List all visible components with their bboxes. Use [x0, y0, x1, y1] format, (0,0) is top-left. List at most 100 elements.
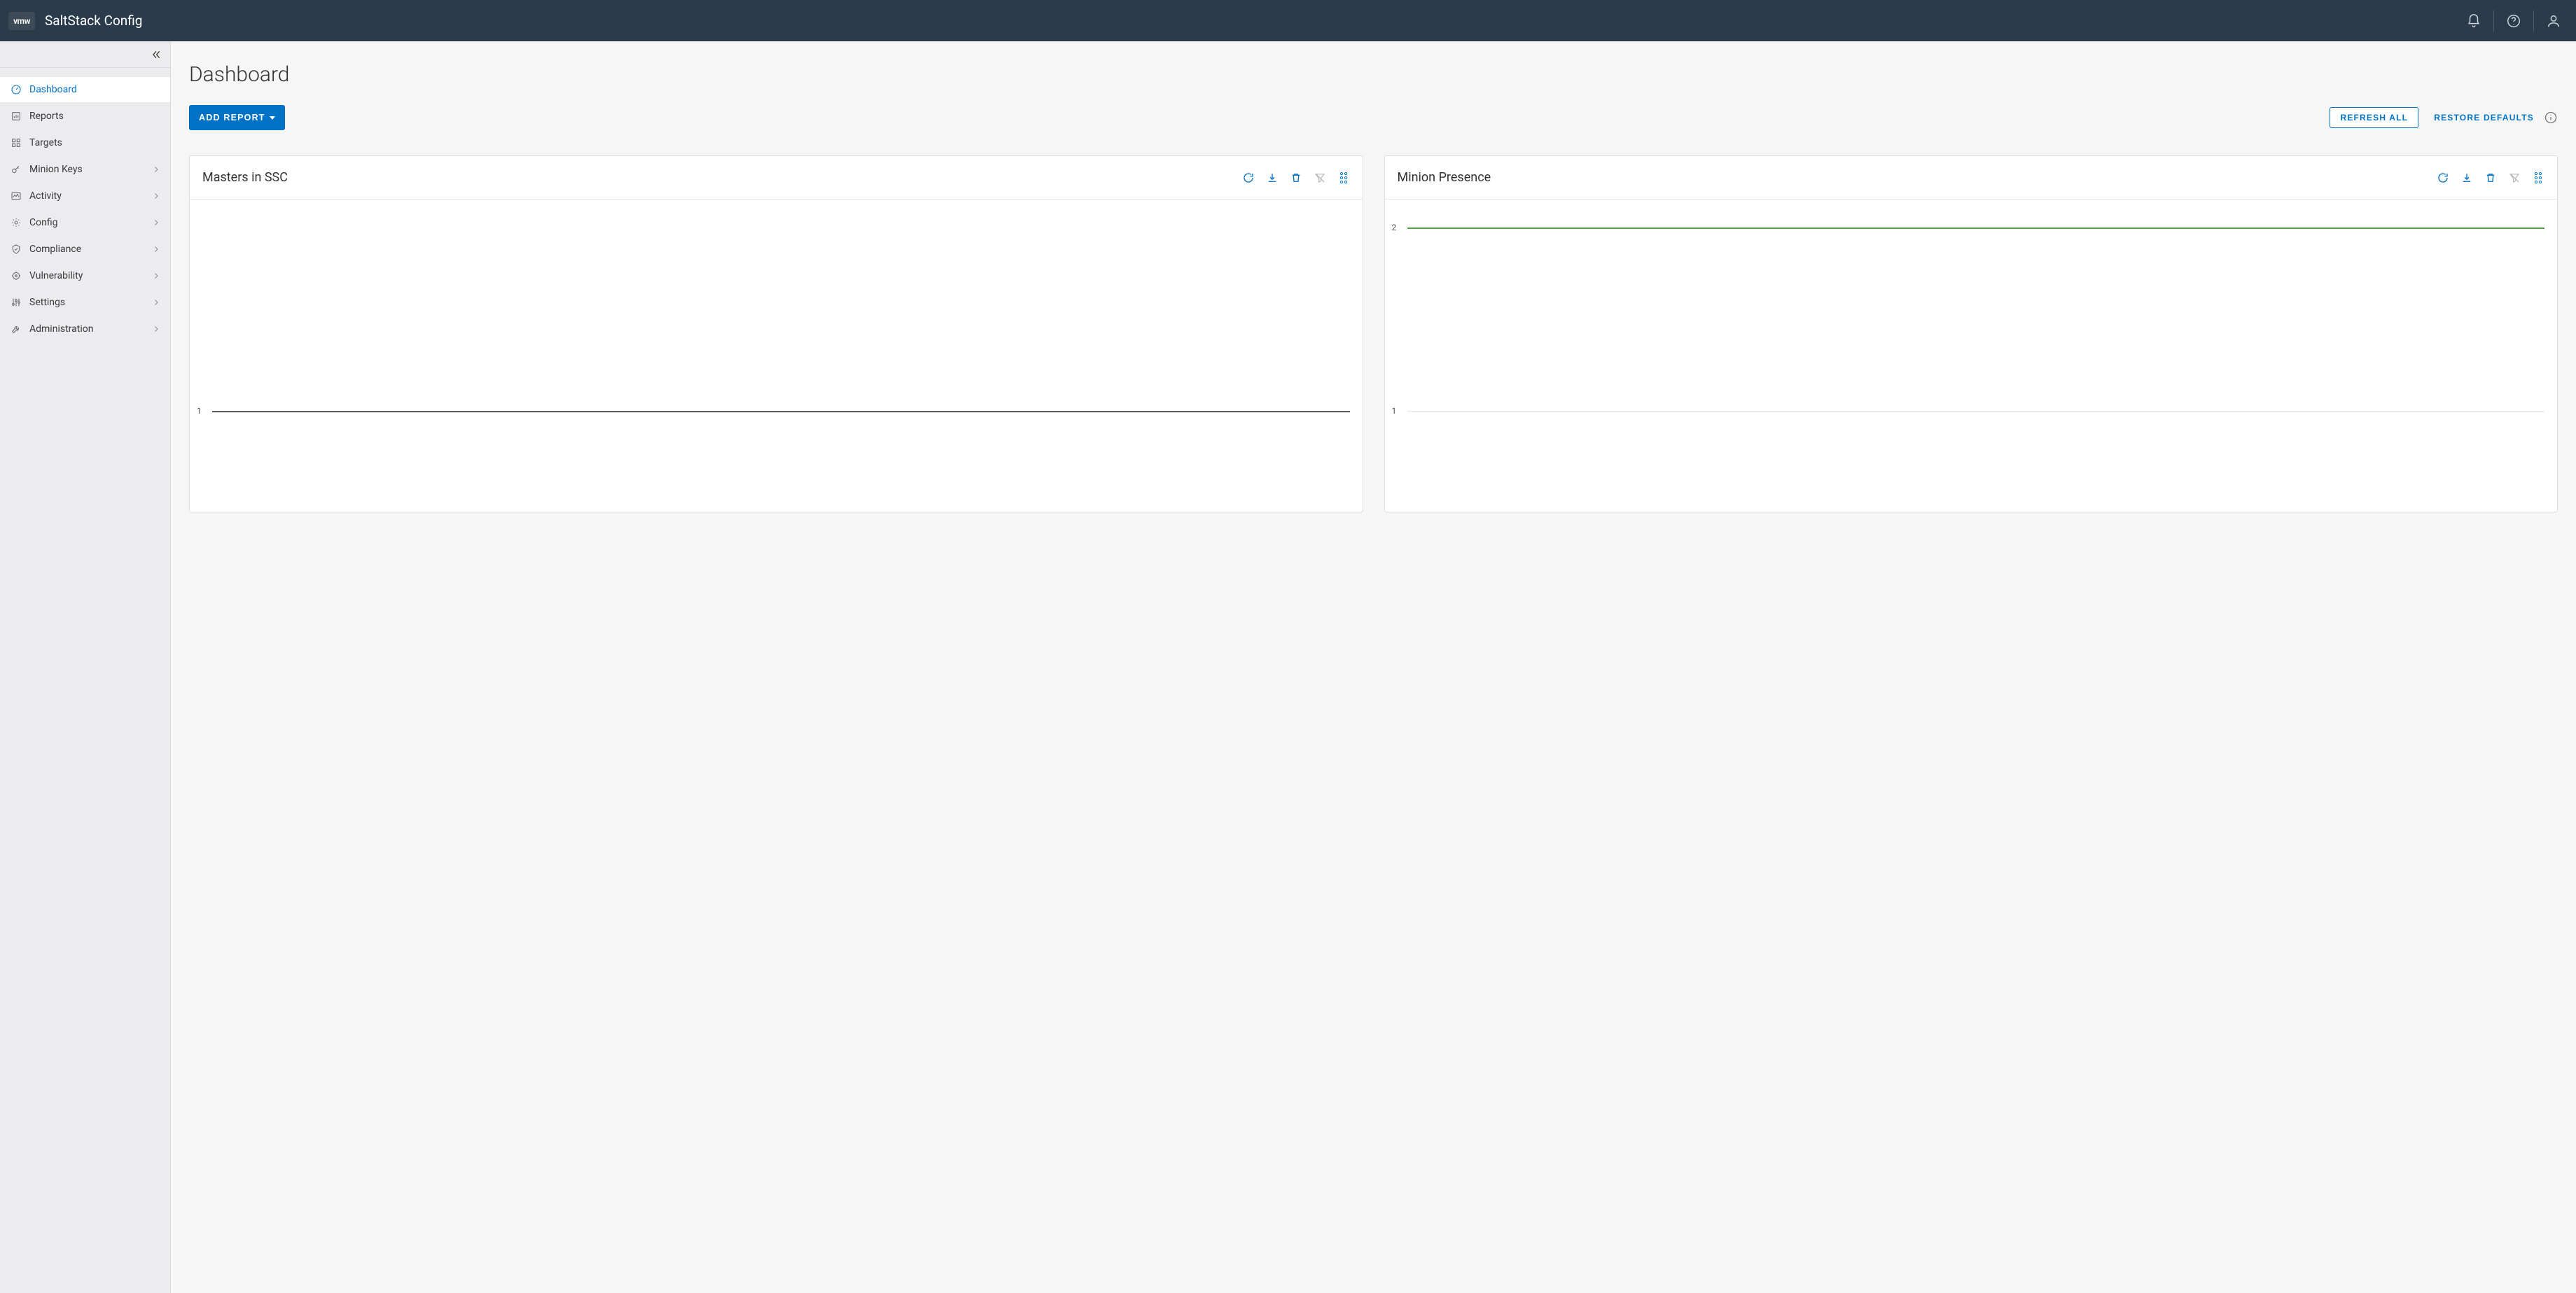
ytick: 2 — [1392, 223, 1397, 232]
chevron-right-icon — [152, 192, 160, 200]
app-header: vmw SaltStack Config — [0, 0, 2576, 41]
chevron-down-icon — [270, 116, 275, 120]
app-title: SaltStack Config — [45, 13, 142, 29]
filter-button — [2508, 172, 2521, 184]
restore-defaults-button[interactable]: RESTORE DEFAULTS — [2434, 113, 2534, 123]
chevron-right-icon — [152, 245, 160, 253]
report-card-body: 2 1 — [1385, 200, 2558, 512]
sidebar-item-activity[interactable]: Activity — [0, 183, 170, 209]
refresh-icon — [2437, 172, 2449, 184]
download-icon — [1266, 172, 1279, 184]
sidebar-item-label: Config — [29, 217, 145, 228]
help-button[interactable] — [2497, 7, 2530, 35]
report-card-title: Masters in SSC — [202, 170, 1242, 185]
sidebar-item-compliance[interactable]: Compliance — [0, 236, 170, 263]
trash-icon — [1290, 172, 1302, 184]
chevron-right-icon — [152, 165, 160, 174]
sidebar-item-vulnerability[interactable]: Vulnerability — [0, 263, 170, 289]
sidebar-item-label: Settings — [29, 297, 145, 308]
sidebar-item-config[interactable]: Config — [0, 209, 170, 236]
filter-off-icon — [2508, 172, 2521, 184]
chart-minion-presence: 2 1 — [1391, 211, 2545, 496]
key-icon — [10, 163, 22, 176]
sidebar-item-minion-keys[interactable]: Minion Keys — [0, 156, 170, 183]
report-cards-row: Masters in SSC — [189, 155, 2558, 512]
chevron-right-icon — [152, 272, 160, 280]
chevron-right-icon — [152, 325, 160, 333]
report-card-minion-presence: Minion Presence — [1384, 155, 2558, 512]
activity-icon — [10, 190, 22, 202]
vmw-logo: vmw — [8, 12, 35, 30]
notifications-button[interactable] — [2457, 7, 2491, 35]
sidebar-item-label: Dashboard — [29, 84, 160, 95]
filter-button — [1314, 172, 1326, 184]
header-icon-group — [2457, 7, 2570, 35]
drag-handle[interactable] — [1337, 172, 1350, 184]
delete-button[interactable] — [1290, 172, 1302, 184]
sliders-icon — [10, 296, 22, 309]
chevron-right-icon — [152, 298, 160, 307]
drag-handle[interactable] — [2532, 172, 2544, 184]
refresh-button[interactable] — [2437, 172, 2449, 184]
sidebar-collapse-button[interactable] — [0, 41, 170, 68]
add-report-label: ADD REPORT — [199, 113, 265, 123]
add-report-button[interactable]: ADD REPORT — [189, 105, 285, 130]
refresh-icon — [1242, 172, 1255, 184]
shield-icon — [10, 243, 22, 256]
sidebar-item-settings[interactable]: Settings — [0, 289, 170, 316]
drag-handle-icon — [1339, 172, 1349, 184]
download-button[interactable] — [1266, 172, 1279, 184]
report-card-title: Minion Presence — [1398, 170, 2437, 185]
help-icon — [2506, 13, 2521, 29]
delete-button[interactable] — [2484, 172, 2497, 184]
download-button[interactable] — [2460, 172, 2473, 184]
drag-handle-icon — [2533, 172, 2543, 184]
ytick: 1 — [197, 406, 202, 416]
filter-off-icon — [1314, 172, 1326, 184]
wrench-icon — [10, 323, 22, 335]
user-menu-button[interactable] — [2537, 7, 2570, 35]
report-card-header: Masters in SSC — [190, 156, 1363, 200]
header-divider — [2493, 11, 2494, 32]
page-title: Dashboard — [189, 62, 2558, 87]
target-icon — [10, 270, 22, 282]
chevrons-left-icon — [151, 49, 162, 60]
refresh-button[interactable] — [1242, 172, 1255, 184]
sidebar-item-label: Minion Keys — [29, 164, 145, 175]
gauge-icon — [10, 83, 22, 96]
sidebar-item-targets[interactable]: Targets — [0, 130, 170, 156]
ytick: 1 — [1392, 406, 1397, 416]
actions-row: ADD REPORT REFRESH ALL RESTORE DEFAULTS — [189, 105, 2558, 130]
trash-icon — [2484, 172, 2497, 184]
sidebar-item-administration[interactable]: Administration — [0, 316, 170, 342]
sidebar-item-label: Targets — [29, 137, 160, 148]
header-divider — [2533, 11, 2534, 32]
sidebar-item-dashboard[interactable]: Dashboard — [0, 76, 170, 103]
main-content: Dashboard ADD REPORT REFRESH ALL RESTORE… — [171, 41, 2576, 1293]
sidebar-item-reports[interactable]: Reports — [0, 103, 170, 130]
download-icon — [2460, 172, 2473, 184]
sidebar-item-label: Reports — [29, 111, 160, 122]
sidebar-item-label: Vulnerability — [29, 270, 145, 281]
chart-series-line — [1407, 228, 2545, 229]
sidebar: Dashboard Reports Targets Minion Keys — [0, 41, 171, 1293]
sidebar-item-label: Compliance — [29, 244, 145, 255]
refresh-all-button[interactable]: REFRESH ALL — [2330, 107, 2418, 128]
user-icon — [2546, 13, 2561, 29]
report-card-toolbar — [2437, 172, 2544, 184]
sidebar-nav: Dashboard Reports Targets Minion Keys — [0, 68, 170, 342]
bell-icon — [2466, 13, 2481, 29]
grid-icon — [10, 137, 22, 149]
sidebar-item-label: Activity — [29, 190, 145, 202]
report-icon — [10, 110, 22, 123]
chart-masters: 1 — [195, 211, 1350, 496]
report-card-header: Minion Presence — [1385, 156, 2558, 200]
info-icon[interactable] — [2544, 111, 2558, 125]
report-card-body: 1 — [190, 200, 1363, 512]
chevron-right-icon — [152, 218, 160, 227]
chart-gridline — [1407, 411, 2545, 412]
sidebar-item-label: Administration — [29, 323, 145, 335]
chart-series-line — [212, 411, 1350, 412]
report-card-masters: Masters in SSC — [189, 155, 1363, 512]
report-card-toolbar — [1242, 172, 1350, 184]
